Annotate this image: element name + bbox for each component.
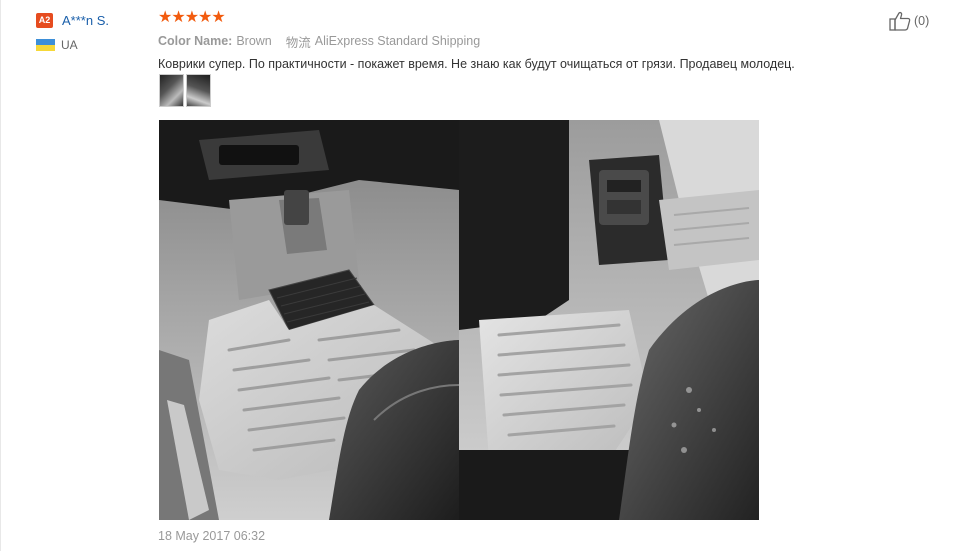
level-badge: A2 bbox=[36, 12, 53, 28]
photo-thumbnail[interactable] bbox=[186, 74, 211, 107]
star-rating: ★ ★ ★ ★ ★ bbox=[158, 10, 858, 26]
photo-thumbnail[interactable] bbox=[159, 74, 184, 107]
photo-thumbnails bbox=[159, 74, 213, 107]
photo-rear-footwell bbox=[459, 120, 759, 520]
star-icon: ★ bbox=[211, 9, 225, 26]
thumbs-up-icon bbox=[889, 11, 911, 31]
shipping-value: AliExpress Standard Shipping bbox=[314, 34, 481, 48]
star-icon: ★ bbox=[171, 9, 185, 26]
helpful-button[interactable]: (0) bbox=[889, 11, 929, 31]
order-info: Color Name: Brown 物流 AliExpress Standard… bbox=[158, 33, 858, 50]
star-icon: ★ bbox=[158, 9, 172, 26]
review-text: Коврики супер. По практичности - покажет… bbox=[158, 57, 795, 71]
country-row: UA bbox=[36, 38, 146, 52]
left-border bbox=[0, 0, 1, 551]
review-photo[interactable] bbox=[159, 120, 759, 520]
color-label: Color Name: bbox=[158, 34, 233, 48]
country-code: UA bbox=[61, 38, 78, 52]
reviewer-row: A2 A***n S. bbox=[36, 11, 146, 29]
star-icon: ★ bbox=[184, 9, 199, 26]
reviewer-info: A2 A***n S. UA bbox=[36, 11, 146, 52]
shipping-label: 物流 bbox=[285, 35, 311, 50]
photo-front-footwell bbox=[159, 120, 459, 520]
helpful-count: (0) bbox=[914, 14, 930, 28]
reviewer-name[interactable]: A***n S. bbox=[62, 13, 109, 28]
ukraine-flag-icon bbox=[36, 39, 55, 51]
star-icon: ★ bbox=[198, 9, 212, 26]
color-value: Brown bbox=[236, 34, 272, 48]
review-date: 18 May 2017 06:32 bbox=[158, 529, 266, 543]
review-body: ★ ★ ★ ★ ★ Color Name: Brown 物流 AliExpres… bbox=[158, 10, 858, 73]
